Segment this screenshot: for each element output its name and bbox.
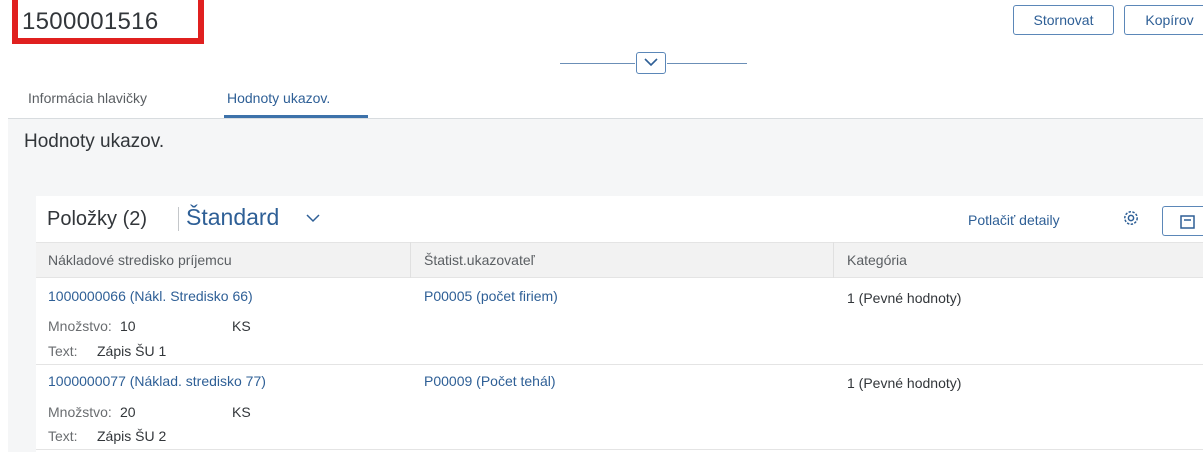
export-button[interactable] — [1162, 206, 1203, 236]
tab-indicator-values[interactable]: Hodnoty ukazov. — [227, 90, 330, 106]
statistical-key-figure-link[interactable]: P00009 (Počet tehál) — [424, 373, 556, 389]
quantity-label: Množstvo: — [48, 318, 112, 334]
header-divider-right — [667, 63, 747, 64]
quantity-label: Množstvo: — [48, 404, 112, 420]
chevron-down-icon — [644, 58, 658, 67]
variant-selector[interactable]: Štandard — [186, 204, 279, 231]
category-value: 1 (Pevné hodnoty) — [847, 290, 962, 306]
text-label: Text: — [48, 428, 78, 444]
header-divider-left — [560, 63, 635, 64]
title-separator — [178, 207, 179, 231]
cost-center-link[interactable]: 1000000077 (Náklad. stredisko 77) — [48, 373, 266, 389]
expand-header-button[interactable] — [636, 52, 666, 74]
export-icon — [1180, 215, 1195, 229]
column-header-cost-center[interactable]: Nákladové stredisko príjemcu — [48, 252, 232, 268]
text-value: Zápis ŠU 2 — [97, 428, 167, 444]
column-header-statistical-key-figure[interactable]: Štatist.ukazovateľ — [424, 252, 535, 268]
quantity-value: 10 — [120, 318, 136, 334]
document-id: 1500001516 — [22, 8, 159, 35]
statistical-key-figure-link[interactable]: P00005 (počet firiem) — [424, 288, 558, 304]
cancel-button[interactable]: Stornovat — [1013, 5, 1114, 35]
copy-button[interactable]: Kopírov — [1124, 5, 1203, 35]
column-header-category[interactable]: Kategória — [847, 252, 907, 268]
row-divider — [36, 364, 1203, 365]
row-divider — [36, 449, 1203, 450]
text-value: Zápis ŠU 1 — [97, 343, 167, 359]
chevron-down-icon[interactable] — [306, 214, 320, 223]
cost-center-link[interactable]: 1000000066 (Nákl. Stredisko 66) — [48, 288, 253, 304]
text-label: Text: — [48, 343, 78, 359]
tab-header-info[interactable]: Informácia hlavičky — [28, 90, 147, 106]
quantity-value: 20 — [120, 404, 136, 420]
category-value: 1 (Pevné hodnoty) — [847, 375, 962, 391]
hide-details-button[interactable]: Potlačiť detaily — [968, 212, 1060, 228]
column-separator — [833, 242, 834, 278]
items-table-title: Položky (2) — [47, 208, 148, 230]
items-table-card — [36, 196, 1203, 452]
settings-icon[interactable] — [1122, 209, 1140, 227]
column-separator — [410, 242, 411, 278]
quantity-unit: KS — [232, 404, 251, 420]
section-title: Hodnoty ukazov. — [24, 131, 165, 152]
quantity-unit: KS — [232, 318, 251, 334]
